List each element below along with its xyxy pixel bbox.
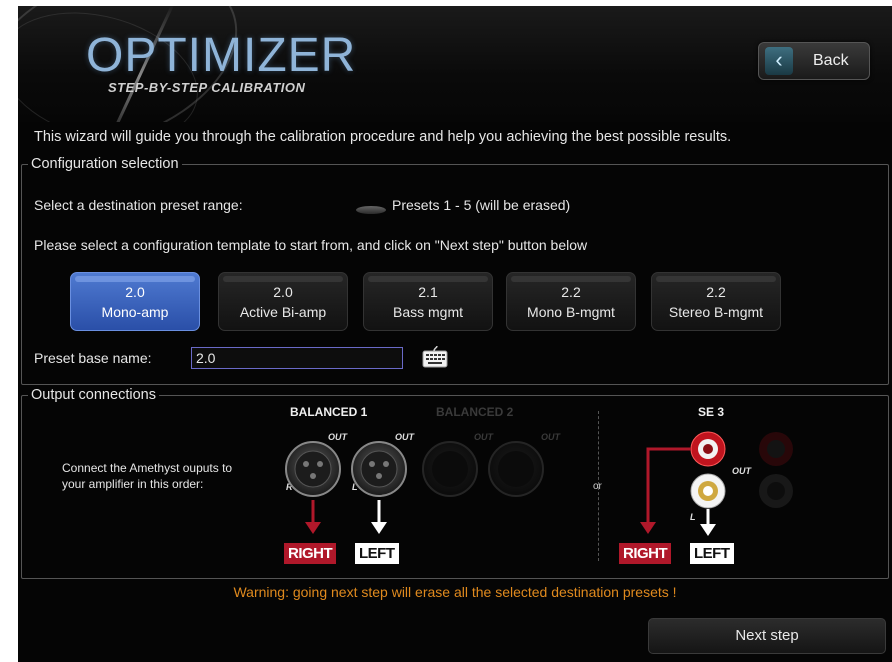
optimizer-window: OPTIMIZER STEP-BY-STEP CALIBRATION ‹ Bac… bbox=[18, 6, 892, 662]
left-tag: LEFT bbox=[690, 543, 734, 564]
rca-connector-right bbox=[690, 431, 726, 467]
connector-diagram bbox=[285, 431, 793, 536]
erase-warning: Warning: going next step will erase all … bbox=[233, 584, 677, 600]
right-tag: RIGHT bbox=[619, 543, 672, 564]
xlr-connector-dimmed bbox=[422, 441, 544, 497]
xlr-connector-right bbox=[285, 441, 341, 497]
rca-connector-left bbox=[690, 473, 726, 509]
next-step-button[interactable]: Next step bbox=[648, 618, 886, 654]
rca-connector-dimmed bbox=[759, 432, 793, 508]
xlr-connector-left bbox=[351, 441, 407, 497]
right-tag: RIGHT bbox=[284, 543, 337, 564]
left-tag: LEFT bbox=[355, 543, 399, 564]
